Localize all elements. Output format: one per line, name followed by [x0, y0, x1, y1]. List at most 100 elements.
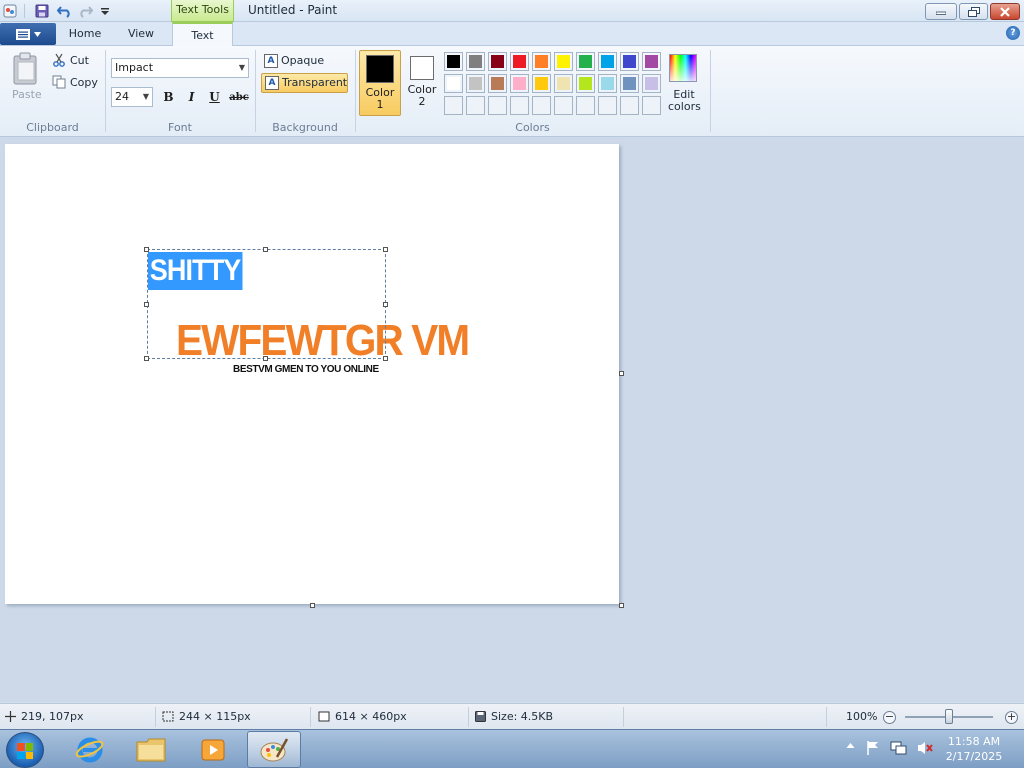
palette-swatch[interactable]	[488, 74, 507, 93]
tab-home[interactable]: Home	[60, 22, 110, 46]
cut-icon[interactable]	[52, 53, 66, 70]
copy-icon[interactable]	[52, 75, 66, 92]
paint-menu-button[interactable]	[0, 23, 56, 45]
help-icon[interactable]: ?	[1006, 26, 1020, 40]
custom-color-slot[interactable]	[554, 96, 573, 115]
copy-button[interactable]: Copy	[70, 76, 98, 89]
canvas-size-value: 614 × 460px	[335, 710, 407, 723]
font-size-select[interactable]: 24 ▼	[111, 87, 153, 107]
custom-color-slot[interactable]	[510, 96, 529, 115]
palette-swatch[interactable]	[554, 74, 573, 93]
canvas-resize-handle-corner[interactable]	[619, 603, 624, 608]
custom-color-slot[interactable]	[642, 96, 661, 115]
palette-swatch[interactable]	[444, 74, 463, 93]
textbox-resize-handle[interactable]	[263, 247, 268, 252]
palette-swatch[interactable]	[444, 52, 463, 71]
custom-color-slot[interactable]	[620, 96, 639, 115]
folder-icon	[136, 738, 166, 761]
palette-swatch[interactable]	[466, 52, 485, 71]
close-button[interactable]	[990, 3, 1020, 20]
custom-color-slot[interactable]	[444, 96, 463, 115]
textbox-resize-handle[interactable]	[383, 302, 388, 307]
palette-swatch[interactable]	[576, 52, 595, 71]
palette-swatch[interactable]	[510, 52, 529, 71]
file-size: Size: 4.5KB	[475, 710, 553, 723]
palette-swatch[interactable]	[642, 52, 661, 71]
taskbar-paint[interactable]	[247, 731, 301, 768]
canvas-resize-handle-right[interactable]	[619, 371, 624, 376]
textbox-resize-handle[interactable]	[144, 302, 149, 307]
save-icon[interactable]	[34, 3, 50, 19]
textbox-resize-handle[interactable]	[383, 356, 388, 361]
palette-swatch[interactable]	[510, 74, 529, 93]
quick-access-divider	[24, 4, 25, 18]
custom-color-slot[interactable]	[576, 96, 595, 115]
clock-date: 2/17/2025	[945, 750, 1003, 763]
taskbar-media-player[interactable]	[186, 731, 240, 768]
minimize-icon	[936, 11, 946, 15]
network-icon[interactable]	[890, 740, 908, 759]
palette-swatch[interactable]	[598, 52, 617, 71]
canvas-resize-handle-bottom[interactable]	[310, 603, 315, 608]
textbox-resize-handle[interactable]	[144, 247, 149, 252]
group-divider	[355, 50, 356, 132]
palette-swatch[interactable]	[532, 52, 551, 71]
custom-color-slot[interactable]	[466, 96, 485, 115]
cut-button[interactable]: Cut	[70, 54, 89, 67]
transparent-icon: A	[265, 76, 279, 90]
undo-icon[interactable]	[56, 3, 74, 19]
tab-text[interactable]: Text	[172, 22, 233, 46]
taskbar-clock[interactable]: 11:58 AM 2/17/2025	[944, 734, 1004, 764]
italic-button[interactable]: I	[181, 87, 202, 107]
taskbar-file-explorer[interactable]	[124, 731, 178, 768]
edit-colors-icon[interactable]	[669, 54, 697, 82]
start-button[interactable]	[6, 732, 44, 768]
font-family-select[interactable]: Impact ▼	[111, 58, 249, 78]
palette-swatch[interactable]	[576, 74, 595, 93]
paste-icon[interactable]	[10, 52, 44, 86]
zoom-slider-thumb[interactable]	[945, 709, 953, 724]
palette-swatch[interactable]	[598, 74, 617, 93]
status-bar: 219, 107px 244 × 115px 614 × 460px Size:…	[0, 703, 1024, 729]
taskbar-internet-explorer[interactable]	[63, 731, 117, 768]
paste-button[interactable]: Paste	[12, 88, 42, 101]
color2-button[interactable]: Color 2	[401, 50, 443, 116]
bold-button[interactable]: B	[158, 87, 179, 107]
custom-color-slot[interactable]	[532, 96, 551, 115]
underline-button[interactable]: U	[204, 87, 225, 107]
custom-color-slot[interactable]	[488, 96, 507, 115]
textbox-resize-handle[interactable]	[383, 247, 388, 252]
palette-swatch[interactable]	[620, 52, 639, 71]
palette-swatch[interactable]	[532, 74, 551, 93]
custom-color-slot[interactable]	[598, 96, 617, 115]
show-hidden-icons[interactable]	[846, 740, 855, 753]
palette-swatch[interactable]	[488, 52, 507, 71]
transparent-button[interactable]: A Transparent	[261, 73, 348, 93]
font-size-value: 24	[115, 90, 129, 103]
zoom-in-button[interactable]: +	[1005, 711, 1018, 724]
font-family-value: Impact	[115, 61, 154, 74]
selected-text[interactable]: SHITTY	[148, 252, 243, 290]
edit-colors-label-2: colors	[668, 100, 701, 113]
palette-swatch[interactable]	[554, 52, 573, 71]
opaque-button[interactable]: A Opaque	[261, 52, 347, 72]
edit-colors-button[interactable]: Edit colors	[668, 89, 701, 113]
zoom-out-button[interactable]: −	[883, 711, 896, 724]
strikethrough-button[interactable]: abc	[227, 87, 251, 107]
color1-button[interactable]: Color 1	[359, 50, 401, 116]
restore-button[interactable]	[959, 3, 988, 20]
minimize-button[interactable]	[925, 3, 957, 20]
volume-muted-icon[interactable]	[916, 740, 934, 759]
palette-swatch[interactable]	[466, 74, 485, 93]
group-divider	[105, 50, 106, 132]
redo-icon[interactable]	[76, 3, 94, 19]
textbox-resize-handle[interactable]	[144, 356, 149, 361]
palette-swatch[interactable]	[620, 74, 639, 93]
font-group-label: Font	[168, 121, 192, 134]
textbox-resize-handle[interactable]	[263, 356, 268, 361]
tab-view[interactable]: View	[116, 22, 166, 46]
palette-swatch[interactable]	[642, 74, 661, 93]
paint-app-icon[interactable]	[2, 3, 18, 19]
customize-quick-access-icon[interactable]	[98, 3, 112, 19]
action-center-flag-icon[interactable]	[866, 740, 880, 759]
